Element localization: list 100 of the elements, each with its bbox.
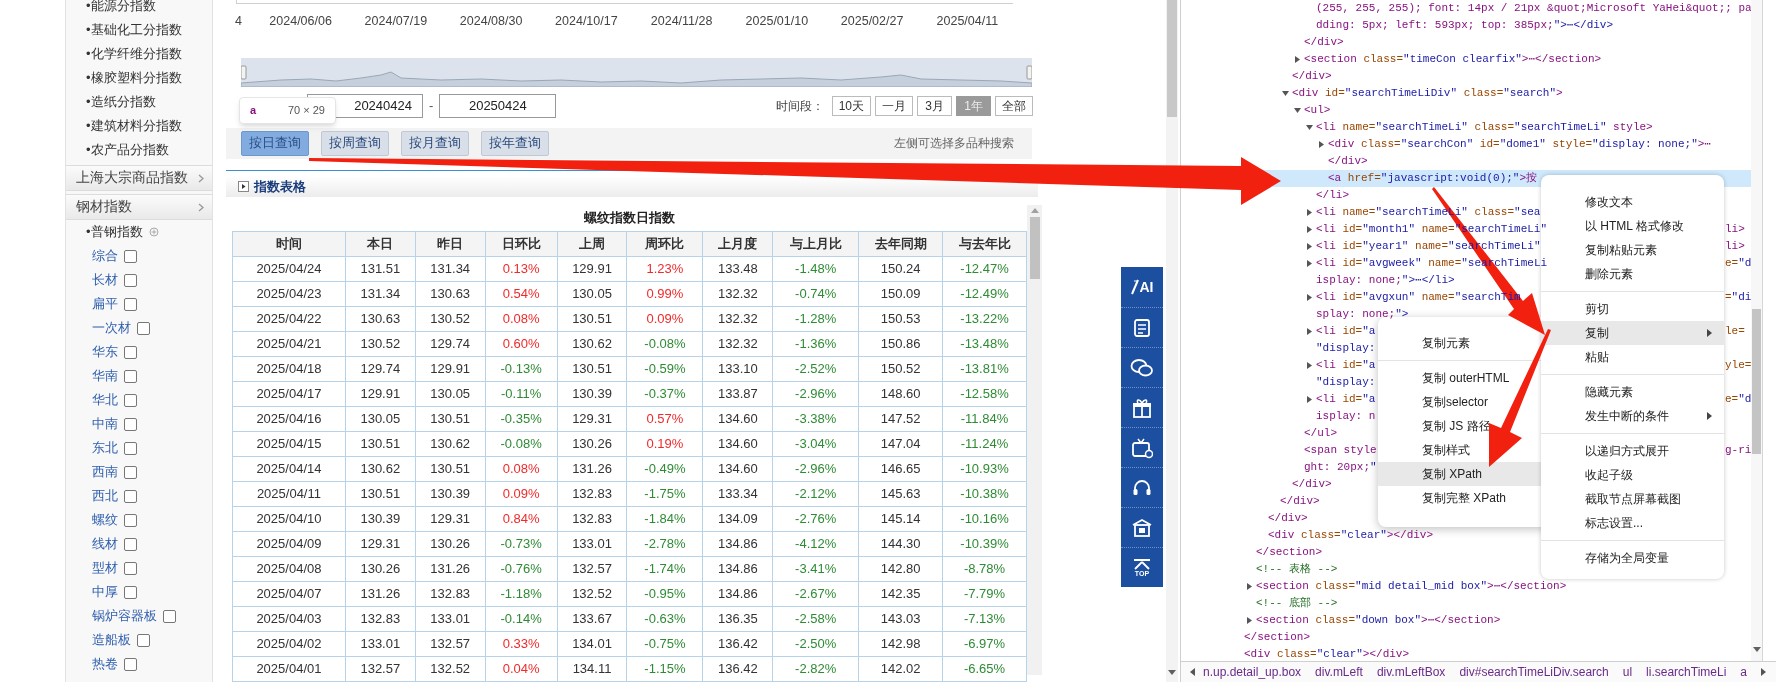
column-header[interactable]: 上月度 [702,231,773,257]
period-button[interactable]: 3月 [917,95,952,116]
code-line[interactable]: dding: 5px; left: 593px; top: 385px;">⋯</div> [1316,19,1614,31]
code-line[interactable]: splay: none;"> [1316,308,1409,320]
checkbox[interactable] [163,609,176,623]
breadcrumb-link[interactable]: div.mLeftBox [1376,663,1446,681]
code-line[interactable]: </div> [1292,70,1332,82]
code-line[interactable]: le= [1725,323,1745,340]
scroll-up-icon[interactable] [1030,207,1039,213]
sidebar-item[interactable]: •化学纤维分指数 [86,44,182,64]
sidebar-link[interactable]: 中厚 [92,582,118,602]
scroll-right-icon[interactable] [1761,668,1768,676]
caret-icon[interactable] [1306,124,1313,131]
caret-icon[interactable] [1306,294,1313,301]
sidebar-item[interactable]: •普钢指数 [86,222,143,242]
scroll-down-icon[interactable] [1168,670,1176,676]
checkbox[interactable] [124,657,137,671]
range-handle[interactable] [1026,65,1032,80]
column-header[interactable]: 周环比 [627,231,703,257]
breadcrumb-link[interactable]: div.mLeft [1315,663,1363,681]
menu-item[interactable]: 截取节点屏幕截图 [1541,487,1724,511]
code-line[interactable]: <div id="searchTimeLiDiv" class="search"> [1292,87,1563,99]
sidebar-link[interactable]: 华北 [92,390,118,410]
query-button[interactable]: 按日查询 [241,130,309,156]
checkbox[interactable] [124,441,137,455]
scrollbar[interactable] [1027,205,1042,675]
code-line[interactable]: e="d [1725,391,1752,408]
checkbox[interactable] [124,249,137,263]
sidebar-link[interactable]: 锅炉容器板 [92,606,157,626]
menu-item[interactable]: 以递归方式展开 [1541,439,1724,463]
column-header[interactable]: 昨日 [415,231,486,257]
checkbox[interactable] [124,537,137,551]
code-line[interactable]: (255, 255, 255); font: 14px / 21px &quot;Microsoft YaHei&quot;; pa [1316,2,1752,14]
checkbox[interactable] [124,489,137,503]
expand-icon[interactable] [238,181,249,193]
query-button[interactable]: 按月查询 [401,130,469,156]
query-button[interactable]: 按周查询 [321,130,389,156]
caret-icon[interactable] [1306,226,1313,233]
checkbox[interactable] [124,465,137,479]
chevron-icon[interactable] [198,173,204,183]
column-header[interactable]: 本日 [345,231,416,257]
checkbox[interactable] [124,273,137,287]
caret-icon[interactable] [1306,328,1313,335]
checkbox[interactable] [124,417,137,431]
code-line[interactable]: e="d [1725,255,1752,272]
sidebar-item[interactable]: •能源分指数 [86,0,156,16]
sidebar-link[interactable]: 一次材 [92,318,131,338]
scroll-down-icon[interactable] [1752,647,1761,653]
code-line[interactable]: <div class="searchCon" id="dome1" style="display: none;">⋯ [1328,138,1711,150]
code-line[interactable]: "display: [1316,376,1376,388]
menu-item[interactable]: 发生中断的条件 [1541,404,1724,428]
sidebar-link[interactable]: 西北 [92,486,118,506]
code-line[interactable]: g-ri [1725,442,1752,459]
code-line[interactable]: <section class="timeCon clearfix">⋯</section> [1304,53,1602,65]
code-line[interactable]: ="di [1725,289,1752,306]
checkbox[interactable] [124,585,137,599]
sidebar-link[interactable]: 螺纹 [92,510,118,530]
code-line[interactable]: </div> [1292,478,1332,490]
code-line[interactable]: <li id="a [1316,359,1376,371]
caret-icon[interactable] [1306,362,1313,369]
code-line[interactable]: li> [1725,238,1745,255]
period-button[interactable]: 10天 [831,95,871,116]
caret-icon[interactable] [1306,209,1313,216]
query-button[interactable]: 按年查询 [481,130,549,156]
breadcrumb-link[interactable]: div#searchTimeLiDiv.search [1459,663,1609,681]
caret-icon[interactable] [1246,617,1253,624]
sidebar-link[interactable]: 中南 [92,414,118,434]
code-line[interactable]: yle= [1725,357,1752,374]
sidebar-link[interactable]: 华南 [92,366,118,386]
breadcrumb-link[interactable]: a [1740,663,1748,681]
code-line[interactable]: </div> [1328,155,1368,167]
code-line[interactable]: <li name="searchTimeLi" class="searchTimeLi" style> [1316,121,1653,133]
sidebar-item[interactable]: •农产品分指数 [86,140,169,160]
checkbox[interactable] [124,297,137,311]
breadcrumb-link[interactable]: n.up.detail_up.box [1203,663,1302,681]
checkbox[interactable] [137,633,150,647]
range-handle[interactable] [241,65,247,80]
menu-item[interactable]: 粘贴 [1541,345,1724,369]
checkbox[interactable] [124,513,137,527]
scrollbar-thumb[interactable] [1167,0,1177,117]
column-header[interactable]: 上周 [557,231,627,257]
tv-icon[interactable] [1132,437,1153,458]
chat-icon[interactable] [1130,358,1153,376]
column-header[interactable]: 去年同期 [858,231,943,257]
checkbox[interactable] [124,561,137,575]
sidebar-link[interactable]: 西南 [92,462,118,482]
sidebar-item[interactable]: •建筑材料分指数 [86,116,182,136]
code-line[interactable]: isplay: n [1316,410,1376,422]
sidebar-link[interactable]: 华东 [92,342,118,362]
code-line[interactable]: <span style [1304,444,1377,456]
checkbox[interactable] [124,369,137,383]
code-line[interactable]: </section> [1244,631,1310,643]
menu-item[interactable]: 存储为全局变量 [1541,546,1724,570]
code-line[interactable]: </div> [1280,495,1320,507]
column-header[interactable]: 日环比 [485,231,558,257]
document-icon[interactable] [1134,318,1150,337]
code-line[interactable]: ght: 20px;" [1304,461,1377,473]
code-line[interactable]: <section class="down box">⋯</section> [1256,614,1501,626]
caret-icon[interactable] [1294,56,1301,63]
code-line[interactable]: <li id="a [1316,325,1376,337]
